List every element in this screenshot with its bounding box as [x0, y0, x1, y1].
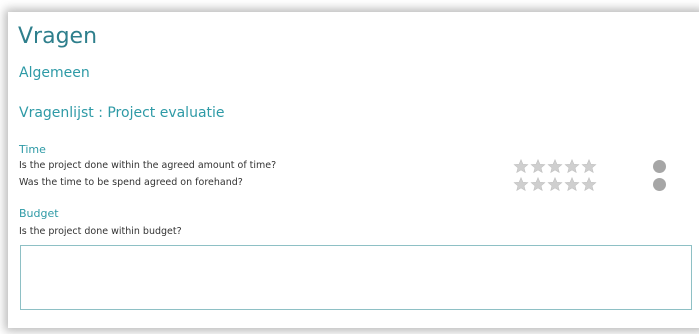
- questions-panel: Vragen Algemeen Vragenlijst : Project ev…: [8, 12, 699, 328]
- star-rating[interactable]: [513, 177, 597, 191]
- question-text: Is the project done within the agreed am…: [19, 160, 277, 171]
- star-icon[interactable]: [547, 177, 563, 191]
- star-icon[interactable]: [513, 177, 529, 191]
- star-icon[interactable]: [581, 177, 597, 191]
- status-circle-icon[interactable]: [653, 178, 666, 191]
- page-title: Vragen: [18, 24, 98, 49]
- section-title: Algemeen: [19, 65, 90, 81]
- status-circle-icon[interactable]: [653, 160, 666, 173]
- star-icon[interactable]: [530, 177, 546, 191]
- question-text: Is the project done within budget?: [19, 226, 182, 237]
- star-icon[interactable]: [513, 159, 529, 173]
- star-icon[interactable]: [530, 159, 546, 173]
- star-icon[interactable]: [564, 159, 580, 173]
- question-text: Was the time to be spend agreed on foreh…: [19, 177, 243, 188]
- star-icon[interactable]: [564, 177, 580, 191]
- group-label-time: Time: [19, 143, 46, 156]
- star-icon[interactable]: [547, 159, 563, 173]
- group-label-budget: Budget: [19, 207, 59, 220]
- star-icon[interactable]: [581, 159, 597, 173]
- questionnaire-title: Vragenlijst : Project evaluatie: [19, 105, 225, 121]
- budget-answer-field[interactable]: [20, 245, 692, 310]
- star-rating[interactable]: [513, 159, 597, 173]
